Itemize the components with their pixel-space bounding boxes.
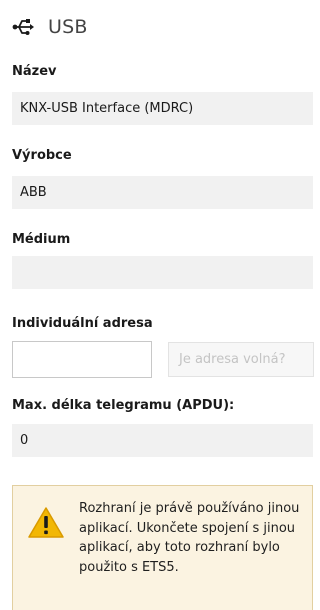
- warning-icon: [27, 506, 65, 540]
- medium-field: [12, 256, 313, 289]
- panel-title: USB: [48, 16, 88, 38]
- name-field: KNX-USB Interface (MDRC): [12, 92, 313, 125]
- interface-properties-panel: USB Název KNX-USB Interface (MDRC) Výrob…: [0, 0, 316, 610]
- check-address-button[interactable]: Je adresa volná?: [168, 342, 314, 377]
- warning-message: Rozhraní je právě používáno jinou aplika…: [79, 501, 300, 575]
- individual-address-label: Individuální adresa: [12, 316, 153, 331]
- name-label: Název: [12, 64, 57, 79]
- individual-address-input[interactable]: [12, 341, 152, 378]
- panel-header: USB: [12, 12, 88, 42]
- manufacturer-label: Výrobce: [12, 148, 72, 163]
- max-length-field: 0: [12, 424, 313, 457]
- manufacturer-field: ABB: [12, 176, 313, 209]
- usb-icon: [12, 16, 34, 38]
- medium-label: Médium: [12, 232, 71, 247]
- warning-banner: Rozhraní je právě používáno jinou aplika…: [12, 485, 313, 610]
- max-length-label: Max. délka telegramu (APDU):: [12, 398, 235, 413]
